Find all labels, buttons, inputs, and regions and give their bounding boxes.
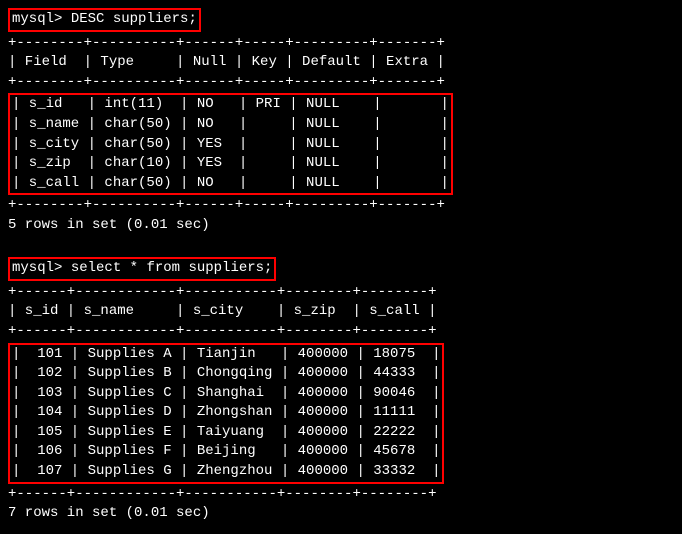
query-2-footer: 7 rows in set (0.01 sec) xyxy=(8,504,674,524)
query-1-sep-mid: +--------+----------+------+-----+------… xyxy=(8,73,674,93)
query-2-sep-mid: +------+------------+-----------+-------… xyxy=(8,322,674,342)
query-2-block: mysql> select * from suppliers; +------+… xyxy=(8,257,674,524)
table-row: | 104 | Supplies D | Zhongshan | 400000 … xyxy=(12,403,440,423)
query-2-rows-highlight: | 101 | Supplies A | Tianjin | 400000 | … xyxy=(8,343,444,484)
query-2-header: | s_id | s_name | s_city | s_zip | s_cal… xyxy=(8,302,674,322)
query-2-prompt-highlight: mysql> select * from suppliers; xyxy=(8,257,276,281)
query-1-command[interactable]: DESC suppliers; xyxy=(71,11,197,27)
mysql-prompt: mysql> xyxy=(12,11,62,27)
query-1-footer: 5 rows in set (0.01 sec) xyxy=(8,216,674,236)
query-1-sep-bot: +--------+----------+------+-----+------… xyxy=(8,196,674,216)
mysql-prompt: mysql> xyxy=(12,260,62,276)
query-2-sep-top: +------+------------+-----------+-------… xyxy=(8,283,674,303)
table-row: | s_call | char(50) | NO | | NULL | | xyxy=(12,174,449,194)
query-1-sep-top: +--------+----------+------+-----+------… xyxy=(8,34,674,54)
table-row: | s_name | char(50) | NO | | NULL | | xyxy=(12,115,449,135)
query-2-command[interactable]: select * from suppliers; xyxy=(71,260,273,276)
table-row: | 102 | Supplies B | Chongqing | 400000 … xyxy=(12,364,440,384)
query-1-header: | Field | Type | Null | Key | Default | … xyxy=(8,53,674,73)
query-2-sep-bot: +------+------------+-----------+-------… xyxy=(8,485,674,505)
table-row: | 106 | Supplies F | Beijing | 400000 | … xyxy=(12,442,440,462)
table-row: | 107 | Supplies G | Zhengzhou | 400000 … xyxy=(12,462,440,482)
table-row: | s_id | int(11) | NO | PRI | NULL | | xyxy=(12,95,449,115)
table-row: | 105 | Supplies E | Taiyuang | 400000 |… xyxy=(12,423,440,443)
query-1-block: mysql> DESC suppliers; +--------+-------… xyxy=(8,8,674,236)
query-1-prompt-highlight: mysql> DESC suppliers; xyxy=(8,8,201,32)
table-row: | 101 | Supplies A | Tianjin | 400000 | … xyxy=(12,345,440,365)
query-1-rows-highlight: | s_id | int(11) | NO | PRI | NULL | | |… xyxy=(8,93,453,195)
table-row: | s_zip | char(10) | YES | | NULL | | xyxy=(12,154,449,174)
table-row: | s_city | char(50) | YES | | NULL | | xyxy=(12,135,449,155)
table-row: | 103 | Supplies C | Shanghai | 400000 |… xyxy=(12,384,440,404)
